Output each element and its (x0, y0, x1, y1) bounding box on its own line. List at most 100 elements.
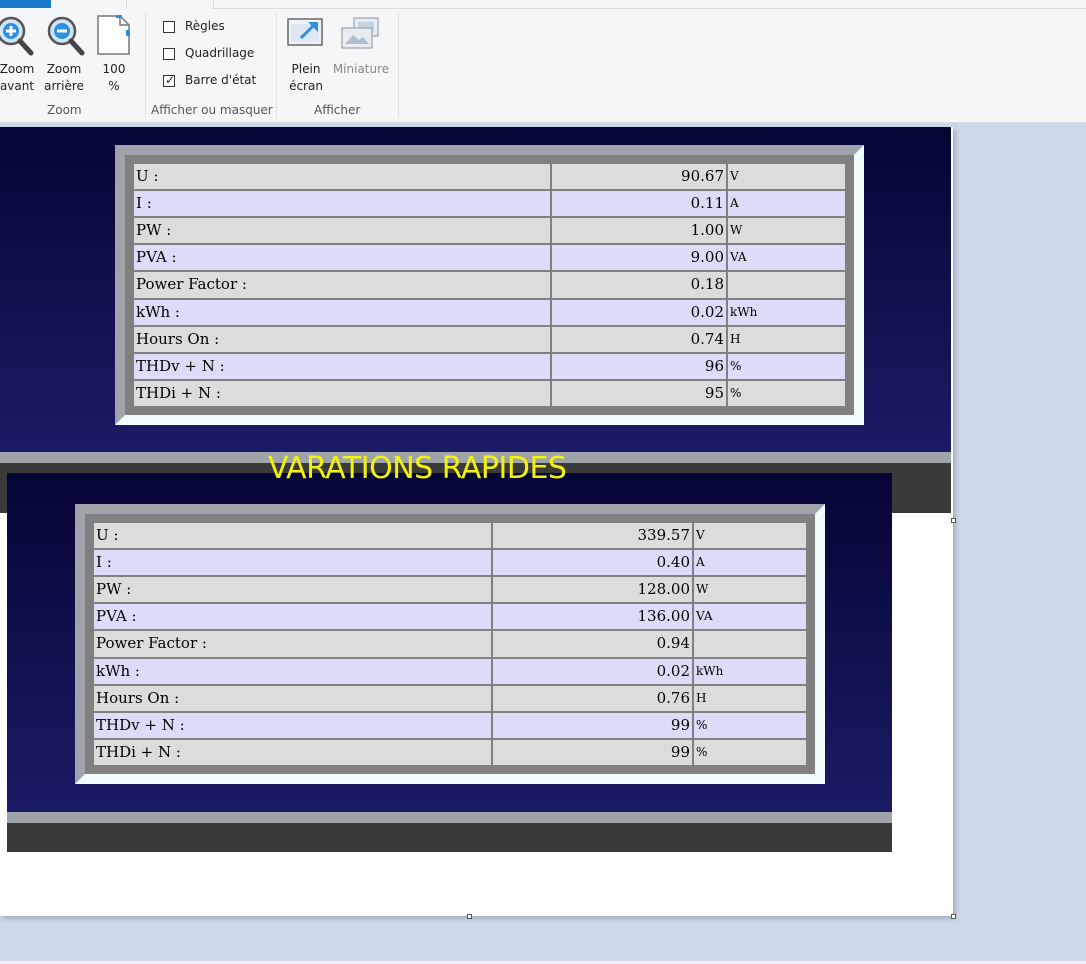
zoom-group-label: Zoom (47, 103, 82, 117)
zoom-out-label: Zoom arrière (44, 62, 84, 93)
measure-unit: W (692, 575, 808, 605)
measure-value: 0.40 (491, 548, 694, 578)
tabstrip-border (212, 8, 1086, 9)
measure-unit (726, 270, 847, 300)
resize-handle-right[interactable] (951, 518, 956, 523)
group-separator (276, 12, 277, 118)
table-row: Power Factor :0.94 (92, 629, 808, 659)
measure-value: 1.00 (550, 216, 728, 246)
measure-value: 136.00 (491, 602, 694, 632)
actual-size-page-icon (97, 15, 130, 55)
measure-label: I : (92, 548, 493, 578)
table-row: Hours On :0.74 H (132, 324, 847, 354)
display-group-label: Afficher (314, 103, 361, 117)
measure-value: 0.18 (550, 270, 728, 300)
measure-value: 0.94 (491, 629, 694, 659)
measure-label: THDi + N : (92, 737, 493, 768)
measure-unit: H (726, 324, 847, 354)
measure-unit: W (726, 216, 847, 246)
measure-value: 128.00 (491, 575, 694, 605)
measure-value: 0.74 (550, 324, 728, 354)
measure-label: Power Factor : (92, 629, 493, 659)
measure-unit: A (692, 548, 808, 578)
measure-value: 99 (491, 737, 694, 768)
resize-handle-corner[interactable] (951, 914, 956, 919)
measure-label: I : (132, 189, 552, 219)
measure-label: Hours On : (132, 324, 552, 354)
actual-size-label: 100 % (102, 62, 126, 93)
meter-table-frame-bottom: U :339.57 V I :0.40 A PW :128.00 W PVA :136.00… (75, 504, 825, 784)
table-row: Power Factor :0.18 (132, 270, 847, 300)
rulers-label: Règles (185, 19, 225, 33)
table-row: PVA :9.00 VA (132, 243, 847, 273)
measure-label: U : (132, 161, 552, 192)
measure-label: PVA : (92, 602, 493, 632)
rulers-checkbox-box[interactable] (163, 21, 175, 33)
table-row: THDi + N :99% (92, 737, 808, 768)
measure-value: 0.02 (491, 656, 694, 686)
measure-unit: VA (692, 602, 808, 632)
measure-value: 95 (550, 378, 728, 409)
gridlines-checkbox-box[interactable] (163, 48, 175, 60)
table-row: Hours On :0.76 H (92, 683, 808, 713)
measure-unit: A (726, 189, 847, 219)
zoom-in-label: Zoom avant (0, 62, 35, 93)
measure-value: 90.67 (550, 161, 728, 192)
table-row: PVA :136.00 VA (92, 602, 808, 632)
measure-label: kWh : (132, 297, 552, 327)
measure-unit: % (726, 378, 847, 409)
table-row: I :0.40 A (92, 548, 808, 578)
measure-value: 96 (550, 351, 728, 381)
measure-unit: VA (726, 243, 847, 273)
file-tab-edge[interactable] (0, 0, 51, 8)
gridlines-label: Quadrillage (185, 46, 255, 60)
measure-unit: H (692, 683, 808, 713)
table-row: THDi + N :95% (132, 378, 847, 409)
table-row: kWh :0.02 kWh (132, 297, 847, 327)
measure-value: 339.57 (491, 520, 694, 551)
table-row: kWh :0.02 kWh (92, 656, 808, 686)
measure-label: Hours On : (92, 683, 493, 713)
show-hide-group-label: Afficher ou masquer (151, 103, 273, 117)
measure-unit: kWh (692, 656, 808, 686)
meter-table-bottom-body: U :339.57 V I :0.40 A PW :128.00 W PVA :136.00… (92, 520, 808, 768)
checkmark-icon: ✓ (165, 73, 176, 87)
table-row: U :339.57 V (92, 520, 808, 551)
measure-value: 9.00 (550, 243, 728, 273)
measure-label: kWh : (92, 656, 493, 686)
measure-unit: V (692, 520, 808, 551)
measure-value: 99 (491, 710, 694, 740)
meter-table-top-body: U :90.67 V I :0.11 A PW :1.00 W PVA :9.00 VA Pow… (132, 161, 847, 409)
meter-table-bottom: U :339.57 V I :0.40 A PW :128.00 W PVA :136.00… (92, 520, 808, 768)
measure-label: THDv + N : (92, 710, 493, 740)
thumbnail-label: Miniature (332, 62, 390, 76)
measure-label: PW : (92, 575, 493, 605)
measure-unit (692, 629, 808, 659)
section-title: VARATIONS RAPIDES (268, 451, 567, 486)
table-row: I :0.11 A (132, 189, 847, 219)
measure-unit: kWh (726, 297, 847, 327)
table-row: THDv + N :96% (132, 351, 847, 381)
measure-value: 0.11 (550, 189, 728, 219)
measure-unit: % (692, 737, 808, 768)
measure-unit: % (692, 710, 808, 740)
resize-handle-bottom[interactable] (467, 914, 472, 919)
full-screen-label: Plein écran (289, 62, 323, 93)
measure-label: PW : (132, 216, 552, 246)
measure-label: Power Factor : (132, 270, 552, 300)
zoom-out-icon (47, 16, 85, 56)
ribbon: Zoom avant Zoom arrière 100 % Zoom Règle… (0, 0, 1086, 123)
panel-divider (7, 812, 892, 823)
group-separator (398, 12, 399, 118)
table-row: PW :128.00 W (92, 575, 808, 605)
status-bar-label: Barre d'état (185, 73, 257, 87)
group-separator (145, 12, 146, 118)
status-bar-checkbox-box[interactable]: ✓ (163, 73, 176, 87)
view-tab-edge[interactable] (126, 0, 214, 9)
measure-label: THDv + N : (132, 351, 552, 381)
measure-label: U : (92, 520, 493, 551)
meter-table-top: U :90.67 V I :0.11 A PW :1.00 W PVA :9.00 VA Pow… (132, 161, 847, 409)
table-row: PW :1.00 W (132, 216, 847, 246)
zoom-in-icon (0, 16, 34, 56)
full-screen-icon (287, 18, 323, 46)
